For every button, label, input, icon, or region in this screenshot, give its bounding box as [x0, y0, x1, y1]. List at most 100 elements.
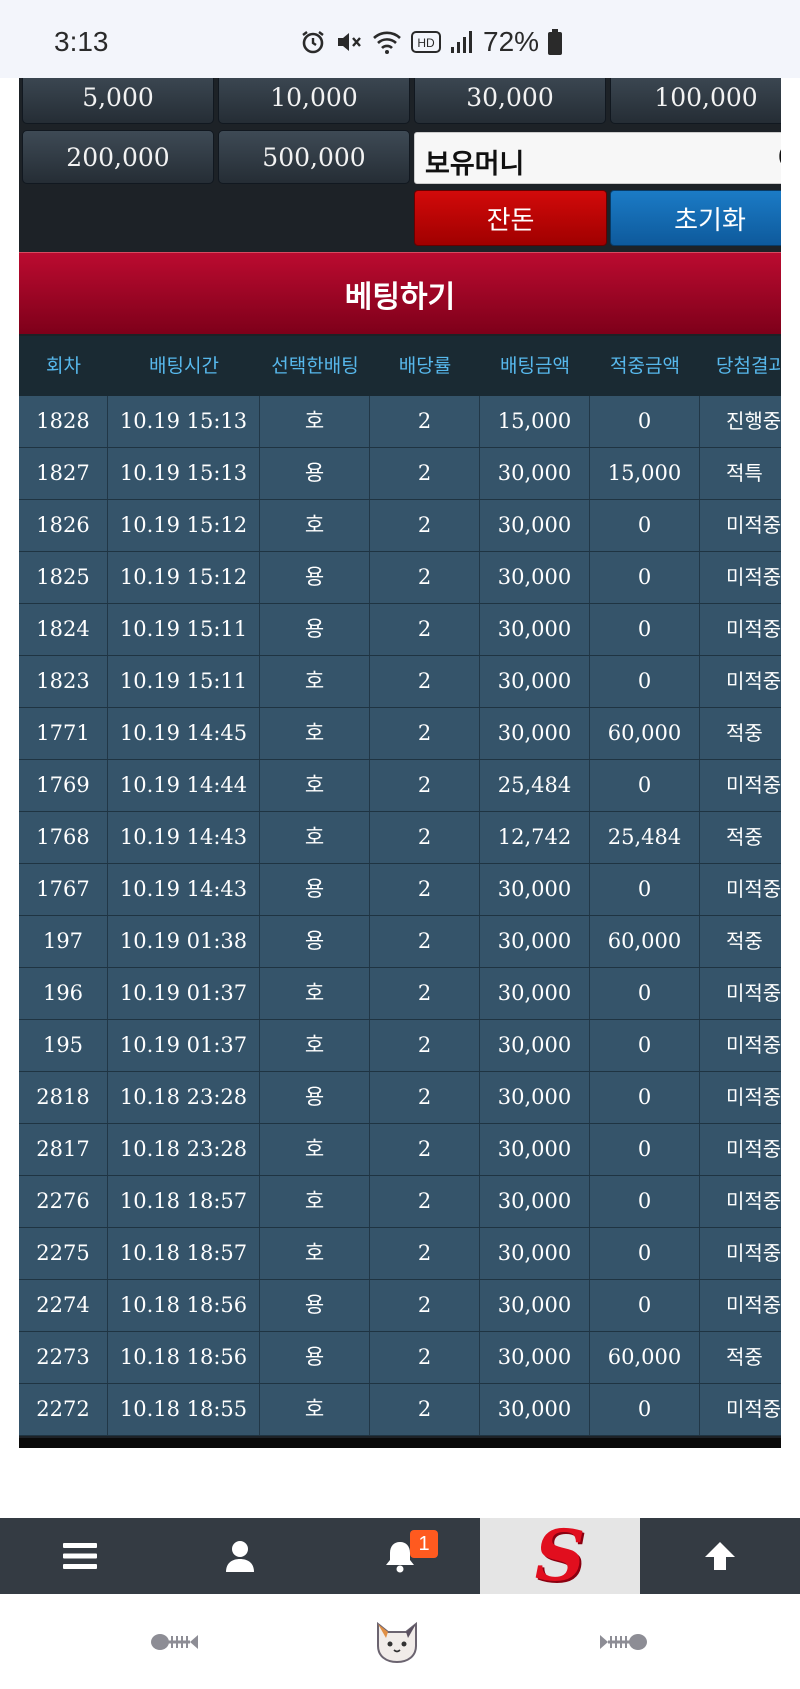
cell-time: 10.18 23:28 [108, 1072, 260, 1123]
cell-pick: 호 [260, 656, 370, 707]
cell-win-amount: 0 [590, 760, 700, 811]
cell-bet-amount: 30,000 [480, 1332, 590, 1383]
battery-percent: 72% [483, 26, 540, 57]
money-field[interactable]: 보유머니 0 [414, 132, 781, 184]
cell-result: 적중 [726, 1345, 763, 1369]
table-row: 1769 10.19 14:44 호 2 25,484 0 미적중 [19, 760, 781, 812]
cell-win-amount: 0 [590, 656, 700, 707]
cell-bet-amount: 30,000 [480, 916, 590, 967]
bet-button[interactable]: 베팅하기 [19, 252, 781, 334]
battery-icon [548, 29, 563, 55]
cell-pick: 용 [260, 448, 370, 499]
cell-bet-amount: 30,000 [480, 708, 590, 759]
cell-time: 10.19 15:11 [108, 604, 260, 655]
fishbone-icon [600, 1634, 647, 1650]
cell-pick: 호 [260, 396, 370, 447]
cell-bet-amount: 30,000 [480, 1176, 590, 1227]
reset-button[interactable]: 초기화 [610, 190, 781, 246]
cell-round: 1767 [19, 864, 108, 915]
cell-bet-amount: 30,000 [480, 968, 590, 1019]
table-row: 1768 10.19 14:43 호 2 12,742 25,484 적중 [19, 812, 781, 864]
chip-10000-button[interactable]: 10,000 [218, 78, 410, 124]
cell-odds: 2 [370, 1228, 480, 1279]
cell-result: 미적중 [726, 1189, 781, 1213]
cell-odds: 2 [370, 760, 480, 811]
table-row: 1767 10.19 14:43 용 2 30,000 0 미적중 [19, 864, 781, 916]
cell-time: 10.18 18:55 [108, 1384, 260, 1435]
cell-result: 미적중 [726, 565, 781, 589]
cell-win-amount: 0 [590, 500, 700, 551]
scroll-top-button[interactable] [640, 1518, 800, 1594]
cell-win-amount: 60,000 [590, 708, 700, 759]
money-value: 0 [778, 143, 781, 171]
status-bar: 3:13 HD 72% [0, 0, 800, 78]
cell-odds: 2 [370, 1384, 480, 1435]
cell-time: 10.19 14:44 [108, 760, 260, 811]
cell-win-amount: 25,484 [590, 812, 700, 863]
cell-win-amount: 15,000 [590, 448, 700, 499]
cell-win-amount: 0 [590, 396, 700, 447]
cell-pick: 호 [260, 1384, 370, 1435]
cell-time: 10.19 14:43 [108, 864, 260, 915]
cell-odds: 2 [370, 396, 480, 447]
menu-icon [63, 1543, 97, 1569]
cell-win-amount: 0 [590, 1020, 700, 1071]
cell-bet-amount: 12,742 [480, 812, 590, 863]
cell-result: 미적중 [726, 1397, 781, 1421]
chip-500000-button[interactable]: 500,000 [218, 130, 410, 184]
cell-round: 1823 [19, 656, 108, 707]
cell-result: 적중 [726, 929, 763, 953]
header-odds: 배당률 [398, 355, 452, 377]
cell-odds: 2 [370, 656, 480, 707]
cell-pick: 용 [260, 604, 370, 655]
cell-round: 1771 [19, 708, 108, 759]
cell-pick: 용 [260, 864, 370, 915]
clock: 3:13 [54, 26, 109, 57]
site-logo[interactable]: S [480, 1518, 640, 1594]
cell-bet-amount: 30,000 [480, 656, 590, 707]
header-bet-amount: 배팅금액 [500, 355, 570, 377]
signal-icon [451, 31, 472, 53]
chip-200000-button[interactable]: 200,000 [22, 130, 214, 184]
chip-5000-button[interactable]: 5,000 [22, 78, 214, 124]
cell-bet-amount: 30,000 [480, 1072, 590, 1123]
cell-win-amount: 0 [590, 1124, 700, 1175]
cell-odds: 2 [370, 1176, 480, 1227]
table-row: 197 10.19 01:38 용 2 30,000 60,000 적중 [19, 916, 781, 968]
change-button[interactable]: 잔돈 [414, 190, 607, 246]
cell-time: 10.19 15:11 [108, 656, 260, 707]
cell-time: 10.19 14:45 [108, 708, 260, 759]
table-header: 회차 배팅시간 선택한배팅 배당률 배팅금액 적중금액 당첨결과 [19, 336, 781, 396]
cell-bet-amount: 30,000 [480, 604, 590, 655]
notification-badge: 1 [410, 1530, 438, 1558]
cell-time: 10.19 15:12 [108, 500, 260, 551]
user-button[interactable] [160, 1518, 320, 1594]
cell-bet-amount: 30,000 [480, 1124, 590, 1175]
cell-round: 1824 [19, 604, 108, 655]
header-round: 회차 [46, 355, 81, 377]
chip-100000-button[interactable]: 100,000 [610, 78, 781, 124]
cell-result: 미적중 [726, 617, 781, 641]
cell-bet-amount: 30,000 [480, 1384, 590, 1435]
cell-time: 10.19 01:37 [108, 1020, 260, 1071]
cell-bet-amount: 30,000 [480, 1228, 590, 1279]
cell-result: 미적중 [726, 1241, 781, 1265]
cell-odds: 2 [370, 1332, 480, 1383]
bet-history-table: 1828 10.19 15:13 호 2 15,000 0 진행중 1827 10.19 15:… [19, 396, 781, 1436]
cell-result: 미적중 [726, 1033, 781, 1057]
hd-icon: HD [411, 31, 441, 53]
table-row: 2273 10.18 18:56 용 2 30,000 60,000 적중 [19, 1332, 781, 1384]
cell-odds: 2 [370, 552, 480, 603]
cell-odds: 2 [370, 1020, 480, 1071]
cell-bet-amount: 15,000 [480, 396, 590, 447]
cell-time: 10.19 15:13 [108, 396, 260, 447]
menu-button[interactable] [0, 1518, 160, 1594]
cell-pick: 용 [260, 916, 370, 967]
notification-button[interactable]: 1 [320, 1518, 480, 1594]
cell-time: 10.18 23:28 [108, 1124, 260, 1175]
cell-bet-amount: 30,000 [480, 1020, 590, 1071]
cell-win-amount: 0 [590, 1280, 700, 1331]
cell-time: 10.18 18:57 [108, 1228, 260, 1279]
cell-round: 2276 [19, 1176, 108, 1227]
chip-30000-button[interactable]: 30,000 [414, 78, 606, 124]
